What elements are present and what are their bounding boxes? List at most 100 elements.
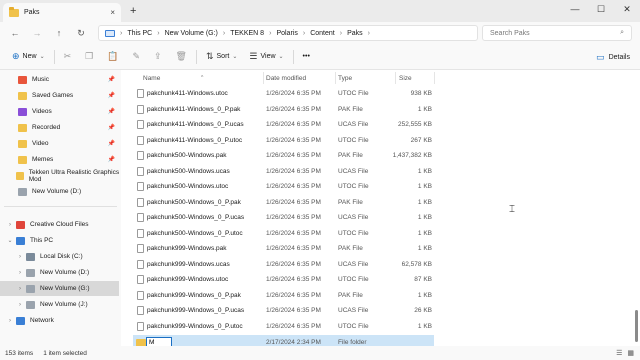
paste-button[interactable]: 📋 <box>103 47 122 67</box>
copy-button[interactable]: ❐ <box>81 47 97 67</box>
quick-access-item[interactable]: New Volume (D:) <box>0 184 121 199</box>
search-icon: ⌕ <box>620 29 624 36</box>
item-count: 153 items <box>5 349 34 357</box>
share-button[interactable]: ⇪ <box>150 47 166 67</box>
nav-tree-item[interactable]: › Network <box>0 313 121 328</box>
file-row[interactable]: pakchunk500-Windows_0_P.pak 1/26/2024 6:3… <box>133 195 434 210</box>
view-icon: ☰ <box>249 51 258 61</box>
drive-icon <box>16 236 25 245</box>
minimize-button[interactable]: — <box>562 0 588 18</box>
search-box[interactable]: Search Paks ⌕ <box>482 25 632 41</box>
details-view-icon[interactable]: ☰ <box>616 349 622 357</box>
file-row[interactable]: pakchunk500-Windows.utoc 1/26/2024 6:35 P… <box>133 179 434 194</box>
file-row[interactable]: pakchunk999-Windows.utoc 1/26/2024 6:35 P… <box>133 272 434 287</box>
breadcrumb-expand-icon[interactable]: › <box>368 30 370 37</box>
file-row[interactable]: pakchunk500-Windows.ucas 1/26/2024 6:35 P… <box>133 164 434 179</box>
column-size[interactable]: Size <box>399 75 412 82</box>
refresh-button[interactable]: ↻ <box>70 22 92 44</box>
file-row[interactable]: pakchunk411-Windows_0_P.utoc 1/26/2024 6:… <box>133 133 434 148</box>
file-name: pakchunk411-Windows_0_P.utoc <box>147 136 243 144</box>
quick-access-item[interactable]: Saved Games 📌 <box>0 88 121 103</box>
nav-tree-item[interactable]: ⌄ This PC <box>0 233 121 248</box>
navigation-pane[interactable]: Music 📌 Saved Games 📌 Videos 📌 Recorded 📌 Video 📌… <box>0 70 121 346</box>
chevron-right-icon[interactable]: › <box>14 254 26 260</box>
rename-button[interactable]: ✎ <box>128 47 144 67</box>
file-row[interactable]: pakchunk999-Windows.ucas 1/26/2024 6:35 P… <box>133 257 434 272</box>
file-row[interactable]: pakchunk500-Windows_0_P.utoc 1/26/2024 6:… <box>133 226 434 241</box>
chevron-down-icon[interactable]: ⌄ <box>4 237 16 244</box>
file-row[interactable]: pakchunk999-Windows_0_P.pak 1/26/2024 6:3… <box>133 288 434 303</box>
column-divider[interactable] <box>335 72 336 84</box>
cut-button[interactable]: ✂ <box>60 47 76 67</box>
nav-tree-item[interactable]: › New Volume (G:) <box>0 281 121 296</box>
scrollbar-thumb[interactable] <box>635 310 638 342</box>
file-size: 26 KB <box>414 307 432 314</box>
back-button[interactable]: ← <box>4 22 26 44</box>
column-date-modified[interactable]: Date modified <box>266 75 306 82</box>
breadcrumb-segment[interactable]: This PC <box>127 30 152 37</box>
column-divider[interactable] <box>395 72 396 84</box>
forward-button[interactable]: → <box>26 22 48 44</box>
breadcrumb[interactable]: › This PC › New Volume (G:) › TEKKEN 8 › Polari… <box>98 25 478 41</box>
new-button[interactable]: ⊕ New ⌄ <box>8 47 49 67</box>
breadcrumb-segment[interactable]: Content <box>310 30 335 37</box>
quick-access-item[interactable]: Music 📌 <box>0 72 121 87</box>
search-input[interactable]: Search Paks <box>490 30 530 37</box>
nav-tree-item[interactable]: › Local Disk (C:) <box>0 249 121 264</box>
tiles-view-icon[interactable]: ▦ <box>627 349 634 357</box>
file-row[interactable]: pakchunk999-Windows_0_P.ucas 1/26/2024 6:… <box>133 303 434 318</box>
folder-icon <box>18 187 27 196</box>
column-type[interactable]: Type <box>338 75 352 82</box>
folder-icon <box>18 75 27 84</box>
maximize-button[interactable]: ☐ <box>588 0 614 18</box>
file-size: 1 KB <box>417 214 432 221</box>
nav-item-label: Videos <box>32 108 52 115</box>
nav-tree-item[interactable]: › New Volume (J:) <box>0 297 121 312</box>
new-tab-button[interactable]: + <box>130 5 136 17</box>
breadcrumb-segment[interactable]: New Volume (G:) <box>165 30 218 37</box>
quick-access-item[interactable]: Video 📌 <box>0 136 121 151</box>
delete-button[interactable]: 🗑 <box>172 47 191 67</box>
file-icon <box>137 290 144 300</box>
file-row[interactable]: pakchunk411-Windows_0_P.pak 1/26/2024 6:3… <box>133 102 434 117</box>
quick-access-item[interactable]: Tekken Ultra Realistic Graphics Mod <box>0 168 121 183</box>
close-window-button[interactable]: ✕ <box>614 0 640 18</box>
nav-tree-item[interactable]: › Creative Cloud Files <box>0 217 121 232</box>
up-button[interactable]: ↑ <box>48 22 70 44</box>
view-button[interactable]: ☰ View ⌄ <box>245 47 287 67</box>
chevron-right-icon[interactable]: › <box>14 286 26 292</box>
file-row[interactable]: pakchunk999-Windows.pak 1/26/2024 6:35 PM… <box>133 241 434 256</box>
file-row[interactable]: pakchunk411-Windows.utoc 1/26/2024 6:35 P… <box>133 86 434 101</box>
file-name: pakchunk500-Windows_0_P.utoc <box>147 229 243 237</box>
file-date-modified: 1/26/2024 6:35 PM <box>266 136 321 144</box>
file-type: UTOC File <box>338 322 369 330</box>
file-date-modified: 1/26/2024 6:35 PM <box>266 214 321 221</box>
file-name: pakchunk999-Windows.utoc <box>147 276 229 283</box>
details-button[interactable]: ▭ Details <box>596 47 630 67</box>
chevron-right-icon[interactable]: › <box>14 270 26 276</box>
tab-paks[interactable]: Paks × <box>3 3 121 22</box>
nav-item-label: Recorded <box>32 124 61 131</box>
quick-access-item[interactable]: Memes 📌 <box>0 152 121 167</box>
breadcrumb-segment[interactable]: Polaris <box>276 30 297 37</box>
column-divider[interactable] <box>263 72 264 84</box>
new-folder-row[interactable]: M 2/17/2024 2:34 PM File folder <box>133 335 434 346</box>
file-row[interactable]: pakchunk500-Windows_0_P.ucas 1/26/2024 6:… <box>133 210 434 225</box>
quick-access-item[interactable]: Videos 📌 <box>0 104 121 119</box>
close-tab-icon[interactable]: × <box>110 8 115 17</box>
rename-input[interactable]: M <box>146 337 172 346</box>
chevron-right-icon[interactable]: › <box>4 222 16 228</box>
chevron-right-icon[interactable]: › <box>4 318 16 324</box>
column-name[interactable]: Name <box>143 75 160 82</box>
sort-button[interactable]: ⇅ Sort ⌄ <box>202 47 241 67</box>
file-row[interactable]: pakchunk500-Windows.pak 1/26/2024 6:35 PM… <box>133 148 434 163</box>
breadcrumb-segment[interactable]: TEKKEN 8 <box>230 30 264 37</box>
file-row[interactable]: pakchunk411-Windows_0_P.ucas 1/26/2024 6:… <box>133 117 434 132</box>
quick-access-item[interactable]: Recorded 📌 <box>0 120 121 135</box>
nav-tree-item[interactable]: › New Volume (D:) <box>0 265 121 280</box>
chevron-right-icon[interactable]: › <box>14 302 26 308</box>
column-divider[interactable] <box>434 72 435 84</box>
breadcrumb-segment[interactable]: Paks <box>347 30 363 37</box>
more-options-button[interactable]: ••• <box>299 47 314 67</box>
file-row[interactable]: pakchunk999-Windows_0_P.utoc 1/26/2024 6:… <box>133 319 434 334</box>
